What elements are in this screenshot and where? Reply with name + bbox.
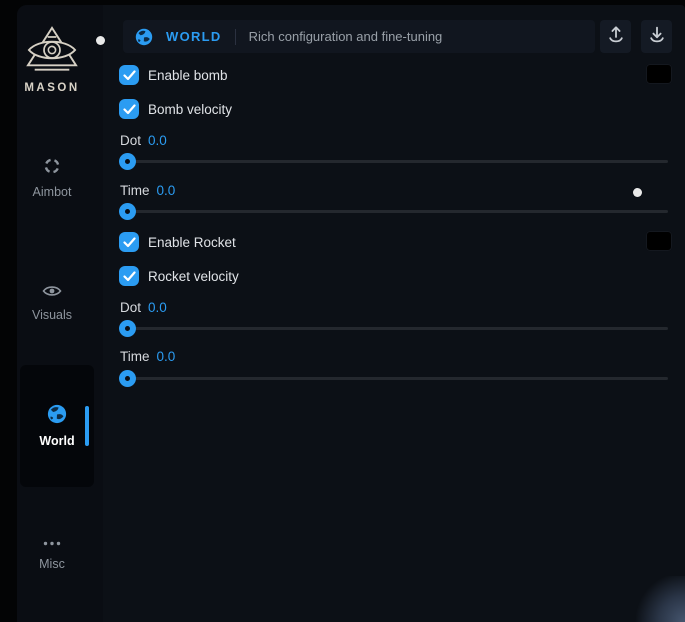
cursor-dot [633, 188, 642, 197]
ellipsis-icon [42, 534, 62, 551]
checkbox-checked-icon[interactable] [119, 232, 139, 252]
globe-icon [135, 28, 153, 46]
slider-handle[interactable] [119, 153, 136, 170]
mason-eye-logo-icon [21, 61, 83, 78]
slider-track[interactable] [119, 327, 668, 330]
sidebar-item-label: Aimbot [17, 185, 87, 199]
slider-label-bomb-time: Time0.0 [120, 183, 175, 198]
bomb-color-swatch[interactable] [646, 64, 672, 84]
download-icon [647, 24, 667, 49]
sidebar-item-label: Visuals [17, 308, 87, 322]
export-config-button[interactable] [600, 20, 631, 53]
slider-label-rocket-time: Time0.0 [120, 349, 175, 364]
upload-icon [606, 24, 626, 49]
import-config-button[interactable] [641, 20, 672, 53]
checkbox-row-rocket-velocity[interactable]: Rocket velocity [119, 266, 239, 286]
slider-label-bomb-dot: Dot0.0 [120, 133, 167, 148]
checkbox-label: Rocket velocity [148, 269, 239, 284]
globe-icon [47, 404, 67, 429]
active-tab-indicator [85, 406, 89, 446]
sidebar-item-misc[interactable]: Misc [17, 534, 87, 571]
page-title: WORLD [166, 29, 222, 44]
sidebar-item-aimbot[interactable]: Aimbot [17, 157, 87, 199]
checkbox-checked-icon[interactable] [119, 65, 139, 85]
slider-value: 0.0 [148, 133, 167, 148]
slider-value: 0.0 [148, 300, 167, 315]
logo: MASON [17, 24, 87, 94]
page-header: WORLD Rich configuration and fine-tuning [123, 20, 595, 53]
app-window: MASON Aimbot Visuals World [0, 0, 685, 622]
sidebar-item-visuals[interactable]: Visuals [17, 284, 87, 322]
page-subtitle: Rich configuration and fine-tuning [249, 29, 443, 44]
logo-text: MASON [17, 82, 87, 94]
sidebar-item-label: Misc [17, 557, 87, 571]
slider-handle[interactable] [119, 203, 136, 220]
checkbox-label: Enable bomb [148, 68, 228, 83]
checkbox-row-enable-rocket[interactable]: Enable Rocket [119, 232, 236, 252]
checkbox-row-enable-bomb[interactable]: Enable bomb [119, 65, 228, 85]
corner-glow [633, 576, 685, 622]
checkbox-checked-icon[interactable] [119, 266, 139, 286]
sidebar-item-label: World [39, 434, 74, 448]
slider-track[interactable] [119, 377, 668, 380]
window-background [17, 5, 685, 622]
rocket-color-swatch[interactable] [646, 231, 672, 251]
checkbox-row-bomb-velocity[interactable]: Bomb velocity [119, 99, 232, 119]
header-divider [235, 29, 236, 45]
checkbox-label: Enable Rocket [148, 235, 236, 250]
crosshair-icon [43, 162, 61, 179]
slider-handle[interactable] [119, 320, 136, 337]
checkbox-label: Bomb velocity [148, 102, 232, 117]
sidebar-item-world[interactable]: World [20, 365, 94, 487]
checkbox-checked-icon[interactable] [119, 99, 139, 119]
eye-icon [42, 285, 62, 302]
slider-value: 0.0 [157, 183, 176, 198]
slider-track[interactable] [119, 210, 668, 213]
slider-handle[interactable] [119, 370, 136, 387]
slider-label-rocket-dot: Dot0.0 [120, 300, 167, 315]
slider-value: 0.0 [157, 349, 176, 364]
slider-track[interactable] [119, 160, 668, 163]
cursor-dot [96, 36, 105, 45]
